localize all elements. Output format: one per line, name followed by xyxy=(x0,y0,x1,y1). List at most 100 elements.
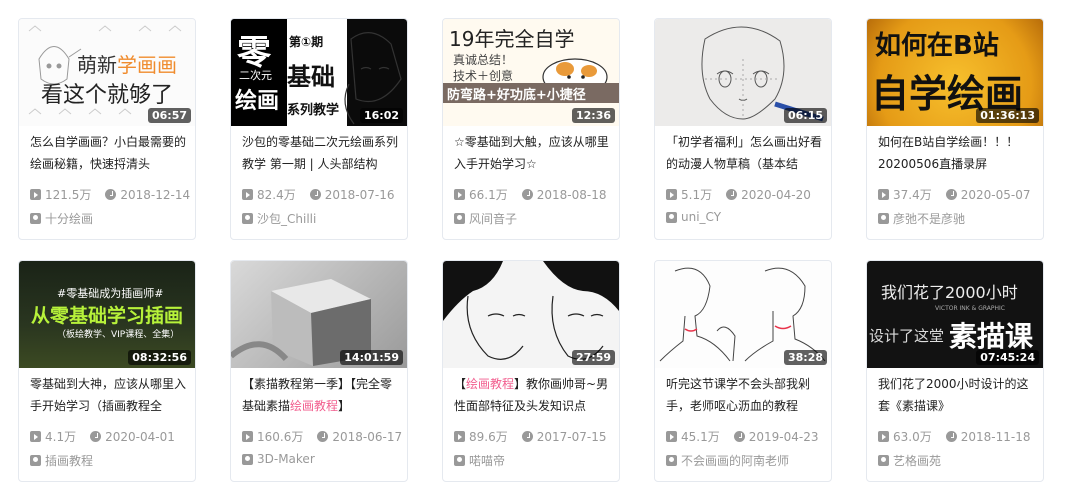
thumbnail-text: 从零基础学习插画 xyxy=(31,305,184,327)
play-count-icon xyxy=(242,431,253,442)
video-thumbnail[interactable]: 06:15 xyxy=(655,19,831,126)
clock-icon xyxy=(726,189,738,200)
video-card[interactable]: 如何在B站 自学绘画 01:36:13 如何在B站自学绘画！！！20200506… xyxy=(866,18,1044,240)
thumbnail-text: 二次元 xyxy=(239,69,272,82)
video-title[interactable]: 怎么自学画画？小白最需要的绘画秘籍，快速捋清头 xyxy=(30,131,188,175)
uploader[interactable]: 艺格画苑 xyxy=(878,452,941,469)
user-icon xyxy=(666,211,677,223)
upload-date: 2018-06-17 xyxy=(332,429,403,444)
video-duration: 07:45:24 xyxy=(976,350,1039,365)
view-count: 4.1万 xyxy=(45,430,77,444)
video-grid: 萌新学画画 看这个就够了 06:57 怎么自学画画？小白最需要的绘画秘籍，快速捋… xyxy=(18,18,1048,488)
video-title[interactable]: 听完这节课学不会头部我剁手，老师呕心沥血的教程 xyxy=(666,373,824,417)
uploader[interactable]: uni_CY xyxy=(666,210,721,224)
user-icon xyxy=(454,213,465,224)
video-stats: 82.4万 2018-07-16 xyxy=(242,186,402,203)
uploader[interactable]: 不会画画的阿南老师 xyxy=(666,452,789,469)
video-thumbnail[interactable]: 萌新学画画 看这个就够了 06:57 xyxy=(19,19,195,126)
uploader[interactable]: 沙包_Chilli xyxy=(242,210,316,227)
video-title[interactable]: 「初学者福利」怎么画出好看的动漫人物草稿（基本结 xyxy=(666,131,824,175)
video-stats: 63.0万 2018-11-18 xyxy=(878,428,1038,445)
clock-icon xyxy=(105,189,117,200)
video-thumbnail[interactable]: 零 二次元 绘画 第①期 基础 系列教学 16:02 xyxy=(231,19,407,126)
video-card[interactable]: 14:01:59 【素描教程第一季】【完全零基础素描绘画教程】 160.6万 2… xyxy=(230,260,408,482)
uploader-name[interactable]: 艺格画苑 xyxy=(893,452,941,469)
video-card[interactable]: 萌新学画画 看这个就够了 06:57 怎么自学画画？小白最需要的绘画秘籍，快速捋… xyxy=(18,18,196,240)
uploader-name[interactable]: 插画教程 xyxy=(45,452,93,469)
video-thumbnail[interactable]: 38:28 xyxy=(655,261,831,368)
video-stats: 160.6万 2018-06-17 xyxy=(242,428,402,445)
uploader[interactable]: 喏喵帝 xyxy=(454,452,505,469)
upload-date: 2018-11-18 xyxy=(960,429,1031,444)
clock-icon xyxy=(317,431,329,442)
uploader-name[interactable]: 不会画画的阿南老师 xyxy=(681,452,789,469)
uploader-name[interactable]: 彦弛不是彦驰 xyxy=(893,210,965,227)
video-title[interactable]: 我们花了2000小时设计的这套《素描课》 xyxy=(878,373,1036,417)
video-card[interactable]: 19年完全自学 真诚总结！ 技术＋创意 防弯路+好功底+小捷径 12:36 ☆零… xyxy=(442,18,620,240)
uploader[interactable]: 3D-Maker xyxy=(242,452,315,466)
uploader[interactable]: 彦弛不是彦驰 xyxy=(878,210,965,227)
view-count: 63.0万 xyxy=(893,430,932,444)
upload-date: 2018-08-18 xyxy=(536,187,607,202)
video-stats: 89.6万 2017-07-15 xyxy=(454,428,614,445)
video-thumbnail[interactable]: 14:01:59 xyxy=(231,261,407,368)
video-thumbnail[interactable]: 如何在B站 自学绘画 01:36:13 xyxy=(867,19,1043,126)
thumbnail-text: 防弯路+好功底+小捷径 xyxy=(447,88,586,103)
user-icon xyxy=(878,213,889,224)
uploader[interactable]: 风间音子 xyxy=(454,210,517,227)
video-title[interactable]: 零基础到大神，应该从哪里入手开始学习（插画教程全 xyxy=(30,373,188,417)
uploader-name[interactable]: 3D-Maker xyxy=(257,452,315,466)
video-stats: 4.1万 2020-04-01 xyxy=(30,428,190,445)
uploader-name[interactable]: uni_CY xyxy=(681,210,721,224)
thumbnail-text: 如何在B站 xyxy=(875,31,999,61)
video-stats: 121.5万 2018-12-14 xyxy=(30,186,190,203)
thumbnail-text: #零基础成为插画师# xyxy=(57,287,164,300)
play-count-icon xyxy=(666,189,677,200)
uploader-name[interactable]: 喏喵帝 xyxy=(469,452,505,469)
play-count-icon xyxy=(878,189,889,200)
thumbnail-text: 素描课 xyxy=(949,320,1034,353)
upload-date: 2018-07-16 xyxy=(324,187,395,202)
uploader-name[interactable]: 沙包_Chilli xyxy=(257,210,316,227)
uploader-name[interactable]: 风间音子 xyxy=(469,210,517,227)
user-icon xyxy=(30,213,41,224)
video-title[interactable]: ☆零基础到大触，应该从哪里入手开始学习☆ xyxy=(454,131,612,175)
video-card[interactable]: #零基础成为插画师# 从零基础学习插画 （板绘教学、VIP课程、全集） 08:3… xyxy=(18,260,196,482)
video-thumbnail[interactable]: 我们花了2000小时 VICTOR INK & GRAPHIC 设计了这堂 素描… xyxy=(867,261,1043,368)
video-thumbnail[interactable]: 27:59 xyxy=(443,261,619,368)
user-icon xyxy=(242,213,253,224)
video-card[interactable]: 38:28 听完这节课学不会头部我剁手，老师呕心沥血的教程 45.1万 2019… xyxy=(654,260,832,482)
video-duration: 06:57 xyxy=(147,108,191,123)
video-card[interactable]: 零 二次元 绘画 第①期 基础 系列教学 16:02 沙包的零基础二次元绘画系列… xyxy=(230,18,408,240)
video-stats: 66.1万 2018-08-18 xyxy=(454,186,614,203)
clock-icon xyxy=(733,431,745,442)
video-duration: 14:01:59 xyxy=(340,350,403,365)
uploader[interactable]: 插画教程 xyxy=(30,452,93,469)
video-title[interactable]: 沙包的零基础二次元绘画系列教学 第一期 | 人头部结构 xyxy=(242,131,400,175)
view-count: 45.1万 xyxy=(681,430,720,444)
thumbnail-text: 我们花了2000小时 xyxy=(881,283,1018,302)
clock-icon xyxy=(945,431,957,442)
uploader-name[interactable]: 十分绘画 xyxy=(45,210,93,227)
video-duration: 12:36 xyxy=(571,108,615,123)
thumbnail-text: 看这个就够了 xyxy=(41,83,174,108)
video-title[interactable]: 【素描教程第一季】【完全零基础素描绘画教程】 xyxy=(242,373,400,417)
video-thumbnail[interactable]: #零基础成为插画师# 从零基础学习插画 （板绘教学、VIP课程、全集） 08:3… xyxy=(19,261,195,368)
video-card[interactable]: 我们花了2000小时 VICTOR INK & GRAPHIC 设计了这堂 素描… xyxy=(866,260,1044,482)
clock-icon xyxy=(521,189,533,200)
video-card[interactable]: 06:15 「初学者福利」怎么画出好看的动漫人物草稿（基本结 5.1万 2020… xyxy=(654,18,832,240)
view-count: 160.6万 xyxy=(257,430,304,444)
play-count-icon xyxy=(666,431,677,442)
clock-icon xyxy=(90,431,102,442)
video-card[interactable]: 27:59 【绘画教程】教你画帅哥~男性面部特征及头发知识点 89.6万 201… xyxy=(442,260,620,482)
thumbnail-text: 基础 xyxy=(287,63,335,91)
video-duration: 01:36:13 xyxy=(976,108,1039,123)
user-icon xyxy=(878,455,889,466)
upload-date: 2020-05-07 xyxy=(960,187,1031,202)
video-title[interactable]: 如何在B站自学绘画！！！20200506直播录屏 xyxy=(878,131,1036,175)
video-thumbnail[interactable]: 19年完全自学 真诚总结！ 技术＋创意 防弯路+好功底+小捷径 12:36 xyxy=(443,19,619,126)
thumbnail-text: 第①期 xyxy=(289,35,324,49)
upload-date: 2019-04-23 xyxy=(748,429,819,444)
uploader[interactable]: 十分绘画 xyxy=(30,210,93,227)
video-title[interactable]: 【绘画教程】教你画帅哥~男性面部特征及头发知识点 xyxy=(454,373,612,417)
